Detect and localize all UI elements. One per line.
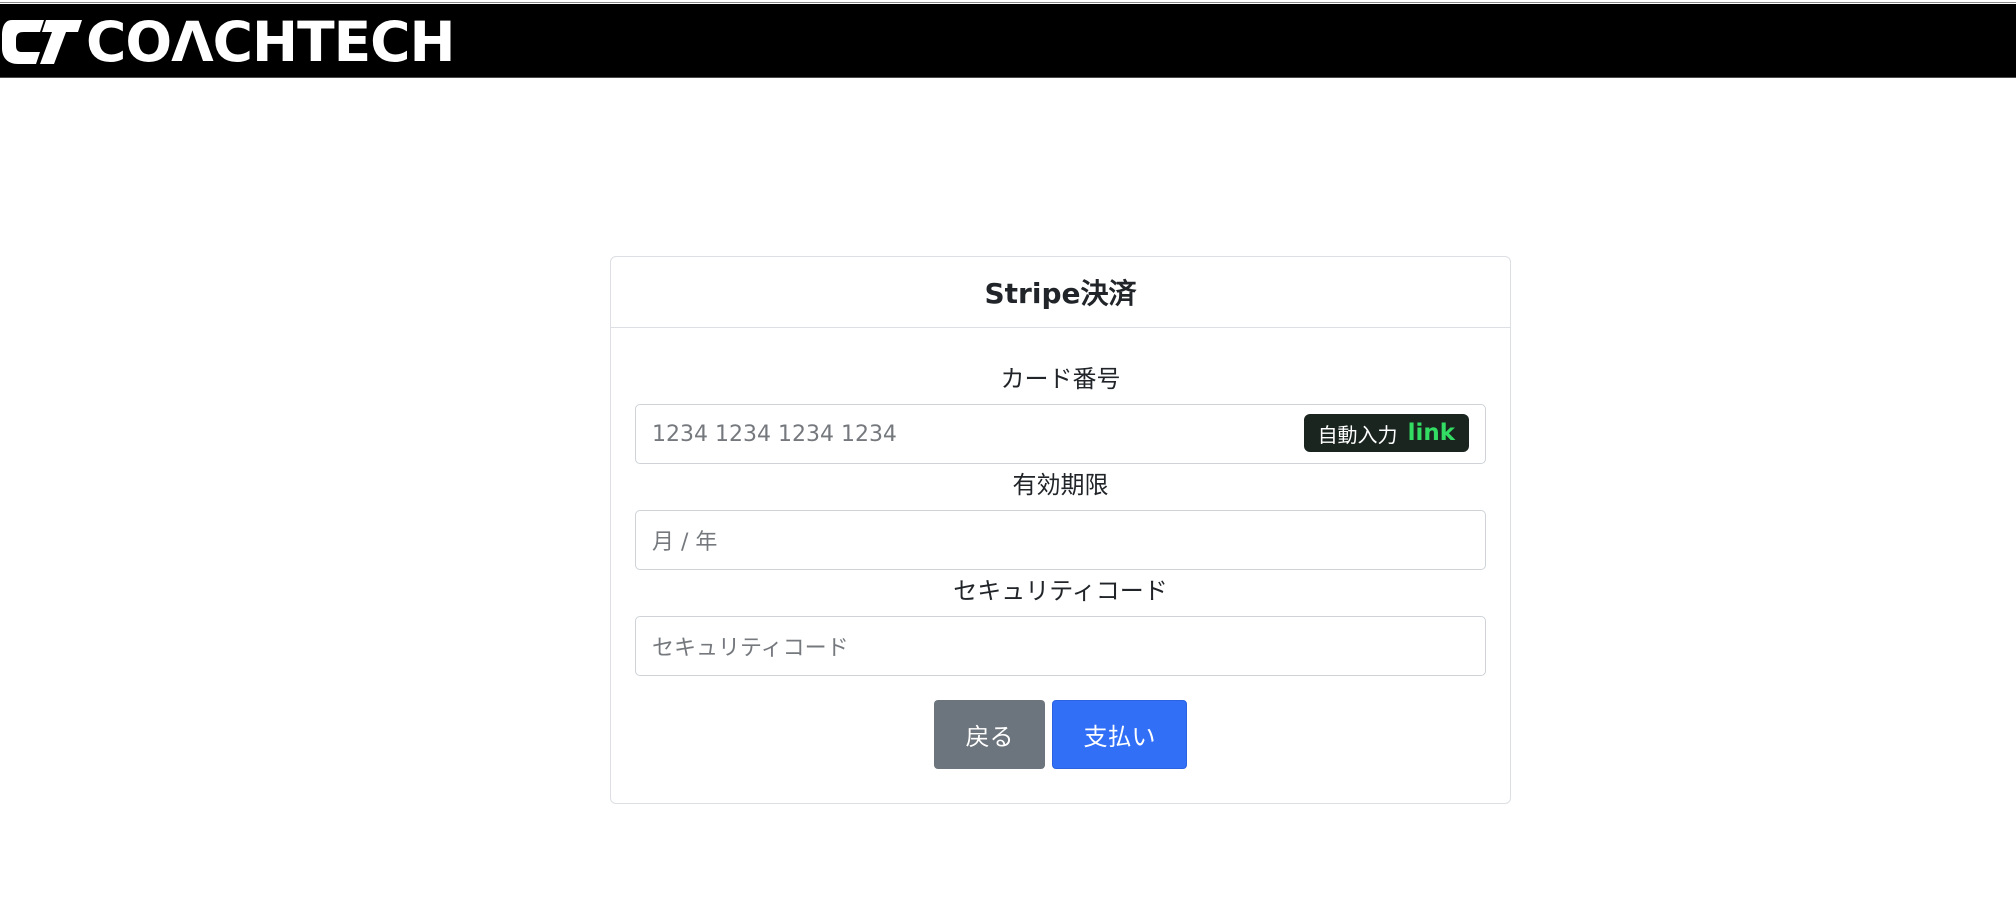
button-row: 戻る 支払い: [635, 700, 1486, 769]
coachtech-logo[interactable]: COΛCHTECH: [0, 10, 456, 74]
expiry-label: 有効期限: [1012, 471, 1109, 499]
expiry-input[interactable]: 月 / 年: [635, 510, 1486, 570]
cvc-label: セキュリティコード: [953, 577, 1168, 605]
card-number-label: カード番号: [1000, 365, 1121, 393]
logo-wordmark: COΛCHTECH: [86, 10, 456, 74]
card-number-input[interactable]: 1234 1234 1234 1234 自動入力 link: [635, 404, 1486, 464]
expiry-placeholder: 月 / 年: [652, 530, 718, 555]
ct-logo-icon: [2, 20, 82, 64]
site-header: COΛCHTECH: [0, 4, 2016, 78]
cvc-input[interactable]: セキュリティコード: [635, 616, 1486, 676]
payment-card: Stripe決済 カード番号 1234 1234 1234 1234 自動入力 …: [610, 256, 1511, 804]
card-number-placeholder: 1234 1234 1234 1234: [652, 421, 897, 447]
link-autofill-button[interactable]: 自動入力 link: [1303, 414, 1469, 452]
back-button[interactable]: 戻る: [934, 700, 1045, 769]
card-header: Stripe決済: [611, 257, 1510, 328]
page-title: Stripe決済: [984, 277, 1137, 310]
link-brand: link: [1407, 420, 1455, 446]
cvc-placeholder: セキュリティコード: [652, 636, 849, 661]
top-border: [0, 0, 2016, 3]
autofill-label: 自動入力: [1317, 422, 1398, 447]
pay-button[interactable]: 支払い: [1052, 700, 1187, 769]
card-body: カード番号 1234 1234 1234 1234 自動入力 link 有効期限…: [611, 328, 1510, 769]
